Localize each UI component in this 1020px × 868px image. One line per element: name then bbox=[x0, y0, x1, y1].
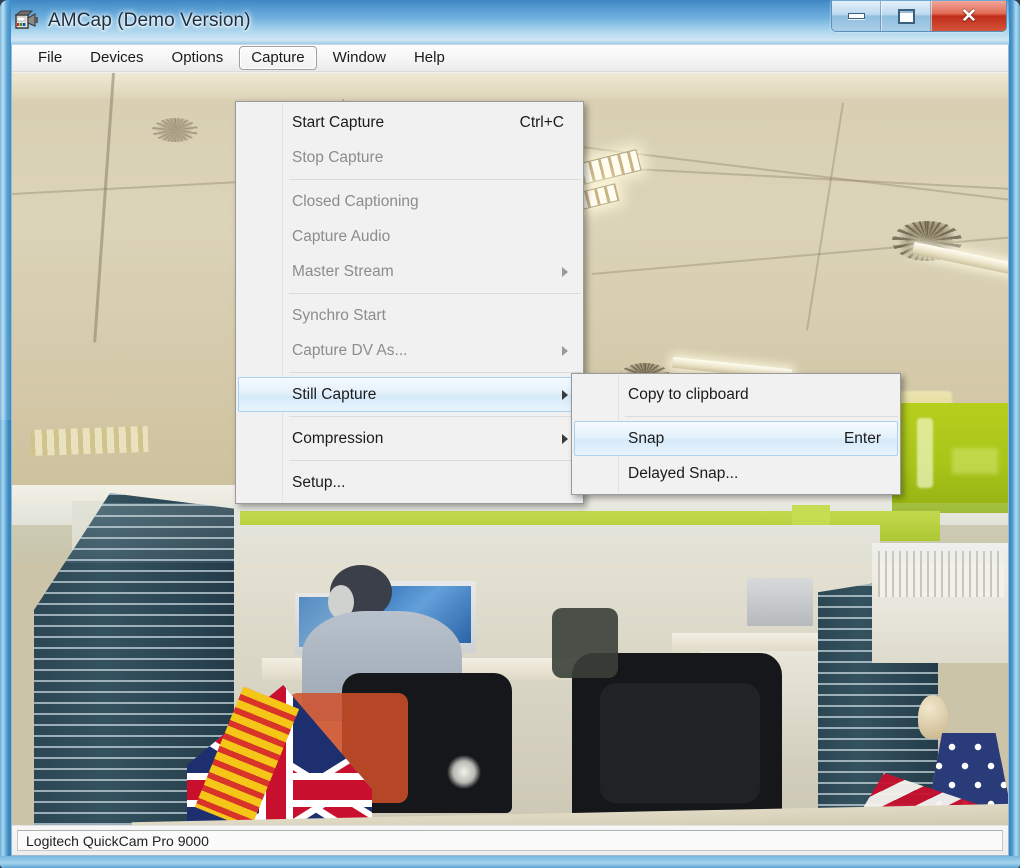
camcorder-icon bbox=[14, 10, 40, 32]
ceiling-top-band bbox=[12, 73, 1008, 99]
menu-separator bbox=[289, 460, 581, 461]
menu-item-label: Still Capture bbox=[292, 385, 377, 403]
monitor bbox=[747, 578, 813, 626]
menu-item-label: Delayed Snap... bbox=[628, 464, 739, 482]
menu-item-accelerator: Enter bbox=[843, 429, 881, 447]
window-border-left-lower bbox=[0, 420, 11, 868]
menu-devices[interactable]: Devices bbox=[78, 46, 155, 70]
us-flag-finial bbox=[918, 695, 948, 739]
menu-separator bbox=[289, 372, 581, 373]
menu-file[interactable]: File bbox=[26, 46, 74, 70]
status-text: Logitech QuickCam Pro 9000 bbox=[26, 832, 209, 849]
window-border-right bbox=[1009, 0, 1020, 868]
menu-separator bbox=[289, 416, 581, 417]
menu-window[interactable]: Window bbox=[321, 46, 398, 70]
menu-bar: File Devices Options Capture Window Help bbox=[12, 45, 1008, 72]
menu-item-setup[interactable]: Setup... bbox=[238, 465, 581, 500]
menu-item-delayed-snap[interactable]: Delayed Snap... bbox=[574, 456, 898, 491]
menu-item-still-capture[interactable]: Still Capture bbox=[238, 377, 581, 412]
wall-graphic bbox=[952, 448, 998, 474]
still-capture-submenu[interactable]: Copy to clipboard Snap Enter Delayed Sna… bbox=[571, 373, 901, 495]
menu-options[interactable]: Options bbox=[160, 46, 236, 70]
chevron-right-icon bbox=[562, 266, 568, 277]
menu-item-accelerator: Ctrl+C bbox=[519, 113, 564, 131]
minimize-icon bbox=[847, 13, 865, 19]
chevron-right-icon bbox=[562, 345, 568, 356]
status-device-field: Logitech QuickCam Pro 9000 bbox=[17, 830, 1003, 851]
application-window: AMCap (Demo Version) ✕ File Devices Opti… bbox=[0, 0, 1020, 868]
ceiling-vent bbox=[152, 118, 198, 142]
client-area: File Devices Options Capture Window Help bbox=[11, 44, 1009, 856]
menu-separator bbox=[289, 293, 581, 294]
menu-item-label: Stop Capture bbox=[292, 148, 384, 166]
menu-item-label: Copy to clipboard bbox=[628, 385, 749, 403]
menu-item-label: Closed Captioning bbox=[292, 192, 419, 210]
maximize-icon bbox=[897, 8, 915, 24]
menu-item-capture-dv-as[interactable]: Capture DV As... bbox=[238, 333, 581, 368]
menu-item-label: Compression bbox=[292, 429, 384, 447]
glass-reflection bbox=[12, 503, 1008, 563]
menu-item-start-capture[interactable]: Start Capture Ctrl+C bbox=[238, 105, 581, 140]
menu-item-closed-captioning[interactable]: Closed Captioning bbox=[238, 184, 581, 219]
menu-item-label: Snap bbox=[628, 429, 665, 447]
menu-item-master-stream[interactable]: Master Stream bbox=[238, 254, 581, 289]
close-icon: ✕ bbox=[961, 5, 977, 27]
status-bar: Logitech QuickCam Pro 9000 bbox=[12, 825, 1008, 855]
window-controls: ✕ bbox=[831, 1, 1007, 32]
menu-item-copy-to-clipboard[interactable]: Copy to clipboard bbox=[574, 377, 898, 412]
menu-item-stop-capture[interactable]: Stop Capture bbox=[238, 140, 581, 175]
menu-item-compression[interactable]: Compression bbox=[238, 421, 581, 456]
menu-item-snap[interactable]: Snap Enter bbox=[574, 421, 898, 456]
menu-item-label: Master Stream bbox=[292, 262, 394, 280]
wall-graphic bbox=[917, 418, 933, 488]
menu-item-synchro-start[interactable]: Synchro Start bbox=[238, 298, 581, 333]
menu-item-label: Capture DV As... bbox=[292, 341, 408, 359]
maximize-button[interactable] bbox=[881, 1, 931, 31]
menu-help[interactable]: Help bbox=[402, 46, 457, 70]
ceiling-light-row bbox=[29, 425, 149, 457]
close-button[interactable]: ✕ bbox=[931, 1, 1006, 31]
window-title: AMCap (Demo Version) bbox=[48, 10, 251, 31]
office-chair-back bbox=[552, 608, 618, 678]
menu-separator bbox=[289, 179, 581, 180]
window-border-bottom bbox=[0, 856, 1020, 868]
chair-knob bbox=[447, 755, 481, 789]
menu-capture[interactable]: Capture bbox=[239, 46, 317, 70]
menu-separator bbox=[625, 416, 898, 417]
menu-item-capture-audio[interactable]: Capture Audio bbox=[238, 219, 581, 254]
menu-item-label: Capture Audio bbox=[292, 227, 391, 245]
chevron-right-icon bbox=[562, 433, 568, 444]
minimize-button[interactable] bbox=[832, 1, 881, 31]
title-bar[interactable]: AMCap (Demo Version) ✕ bbox=[0, 0, 1020, 44]
menu-item-label: Synchro Start bbox=[292, 306, 386, 324]
menu-item-label: Setup... bbox=[292, 473, 346, 491]
title-bar-content: AMCap (Demo Version) bbox=[14, 6, 251, 36]
capture-dropdown-menu[interactable]: Start Capture Ctrl+C Stop Capture Closed… bbox=[235, 101, 584, 504]
chevron-right-icon bbox=[562, 389, 568, 400]
video-preview[interactable]: USERS Start Capture Ctrl+C Stop Capture … bbox=[12, 73, 1008, 825]
menu-item-label: Start Capture bbox=[292, 113, 385, 131]
chair-highlight bbox=[600, 683, 760, 803]
